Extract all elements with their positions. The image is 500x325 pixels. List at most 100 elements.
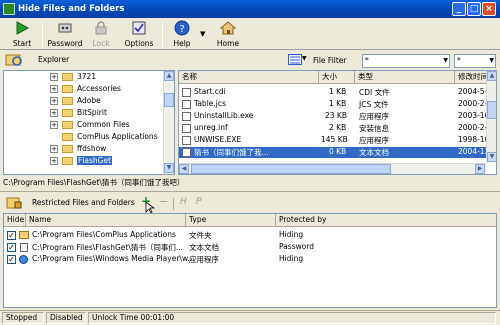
app-icon (3, 3, 15, 15)
file-row[interactable]: Table.jcs 1 KB JCS 文件 2000-2- (179, 99, 496, 110)
scroll-up-icon[interactable]: ▲ (164, 71, 174, 81)
file-list[interactable]: 名称 大小 类型 修改时间 Start.cdi 1 KB CDI 文件 2004-5-… (178, 70, 497, 175)
view-dropdown-icon[interactable]: ▼ (302, 55, 307, 62)
file-ext-filter-value: * (457, 56, 461, 65)
hide-toggle-button[interactable]: H (180, 197, 187, 207)
folder-icon (62, 109, 73, 117)
restricted-row[interactable]: ✓ C:\Program Files\FlashGet\猜书（同事们... 文本… (4, 242, 496, 253)
media-player-icon (19, 255, 28, 264)
folder-icon (62, 73, 73, 81)
lock-label: Lock (92, 39, 110, 48)
start-button[interactable]: Start (6, 19, 38, 49)
file-list-vscrollbar[interactable]: ▲ ▼ (486, 71, 496, 163)
scroll-right-icon[interactable]: ▶ (475, 164, 485, 174)
scroll-thumb[interactable] (487, 101, 496, 119)
inf-icon (182, 124, 191, 133)
expand-icon[interactable]: + (50, 109, 58, 117)
col-name-header[interactable]: 名称 (179, 71, 319, 84)
close-button[interactable]: × (482, 2, 496, 16)
file-filter-value: * (365, 56, 369, 65)
scroll-up-icon[interactable]: ▲ (487, 71, 496, 81)
expand-icon[interactable]: + (50, 145, 58, 153)
toolbar: Start Password Lock Options ? Help ▼ Hom… (0, 18, 500, 50)
explorer-icon (5, 54, 22, 66)
window-title: Hide Files and Folders (18, 4, 125, 14)
restricted-row[interactable]: ✓ C:\Program Files\Windows Media Player\… (4, 254, 496, 265)
file-filter-input[interactable]: * ▼ (362, 54, 450, 68)
file-row-selected[interactable]: 猜书（同事们饿了我... 0 KB 文本文档 2004-12- (179, 147, 496, 158)
maximize-button[interactable]: □ (467, 2, 481, 16)
restricted-folder-icon (6, 197, 22, 209)
remove-button[interactable]: − (159, 195, 168, 208)
file-row[interactable]: Start.cdi 1 KB CDI 文件 2004-5- (179, 87, 496, 98)
options-label: Options (124, 39, 154, 48)
expand-icon[interactable]: + (50, 85, 58, 93)
scroll-thumb[interactable] (164, 93, 174, 107)
help-dropdown-icon[interactable]: ▼ (200, 30, 205, 38)
exe-icon (182, 112, 191, 121)
folder-icon (62, 133, 73, 141)
file-ext-dropdown-icon[interactable]: ▼ (489, 55, 494, 67)
restricted-row[interactable]: ✓ C:\Program Files\ComPlus Applications … (4, 230, 496, 241)
file-list-hscrollbar[interactable]: ◀ ▶ (179, 163, 486, 174)
start-label: Start (12, 39, 32, 48)
current-path: C:\Program Files\FlashGet\猜书（同事们饿了我吧） (3, 178, 185, 187)
scroll-thumb[interactable] (191, 164, 391, 174)
file-icon (182, 100, 191, 109)
scroll-left-icon[interactable]: ◀ (179, 164, 189, 174)
file-ext-filter-input[interactable]: * ▼ (454, 54, 496, 68)
file-row[interactable]: UNWISE.EXE 145 KB 应用程序 1998-10- (179, 135, 496, 146)
col-protected-header[interactable]: Protected by (276, 214, 496, 227)
options-icon (132, 21, 146, 35)
options-button[interactable]: Options (120, 19, 158, 49)
status-mode: Disabled (46, 312, 86, 324)
expand-icon[interactable]: + (50, 157, 58, 165)
explorer-bar: Explorer ▼ File Filter * ▼ * ▼ (0, 50, 500, 70)
home-button[interactable]: Home (212, 19, 244, 49)
col-hide-header[interactable]: Hide (4, 214, 26, 227)
file-filter-dropdown-icon[interactable]: ▼ (443, 55, 448, 67)
expand-icon[interactable]: + (50, 97, 58, 105)
hide-checkbox[interactable]: ✓ (7, 243, 16, 252)
title-bar: Hide Files and Folders _ □ × (0, 0, 500, 18)
hide-checkbox[interactable]: ✓ (7, 231, 16, 240)
scroll-down-icon[interactable]: ▼ (164, 163, 174, 173)
minimize-button[interactable]: _ (452, 2, 466, 16)
status-bar: Stopped Disabled Unlock Time 00:01:00 (0, 310, 500, 325)
scroll-down-icon[interactable]: ▼ (487, 152, 496, 162)
explorer-label: Explorer (38, 55, 70, 64)
home-label: Home (216, 39, 240, 48)
restricted-list[interactable]: Hide Name Type Protected by ✓ C:\Program… (3, 213, 497, 308)
status-state: Stopped (2, 312, 44, 324)
col-size-header[interactable]: 大小 (319, 71, 355, 84)
col-type-header[interactable]: Type (186, 214, 276, 227)
expand-icon[interactable]: + (50, 121, 58, 129)
restricted-bar: Restricted Files and Folders + − H P (0, 191, 500, 214)
hide-checkbox[interactable]: ✓ (7, 255, 16, 264)
folder-tree[interactable]: +3721 + Accessories + Adobe + BitSpirit + Co… (3, 70, 175, 175)
protect-toggle-button[interactable]: P (196, 197, 201, 207)
tree-scrollbar[interactable]: ▲ ▼ (163, 71, 174, 174)
exe-icon (182, 136, 191, 145)
file-filter-label: File Filter (313, 56, 347, 65)
file-icon (182, 88, 191, 97)
folder-icon (62, 97, 73, 105)
home-icon (220, 21, 236, 35)
help-button[interactable]: ? Help (167, 19, 197, 49)
expand-icon[interactable]: + (50, 73, 58, 81)
lock-icon (95, 21, 107, 35)
view-icon[interactable] (288, 54, 302, 65)
col-type-header[interactable]: 类型 (355, 71, 455, 84)
col-name-header[interactable]: Name (26, 214, 186, 227)
lock-button[interactable]: Lock (86, 19, 116, 49)
password-icon (58, 23, 72, 33)
file-row[interactable]: UninstallLib.exe 23 KB 应用程序 2003-10- (179, 111, 496, 122)
text-file-icon (20, 243, 28, 252)
file-row[interactable]: unreg.inf 2 KB 安装信息 2000-2- (179, 123, 496, 134)
folder-icon (62, 145, 73, 153)
folder-icon (19, 231, 29, 239)
folder-icon (62, 121, 73, 129)
svg-text:?: ? (179, 24, 184, 35)
help-icon: ? (174, 20, 190, 36)
password-button[interactable]: Password (46, 19, 84, 49)
